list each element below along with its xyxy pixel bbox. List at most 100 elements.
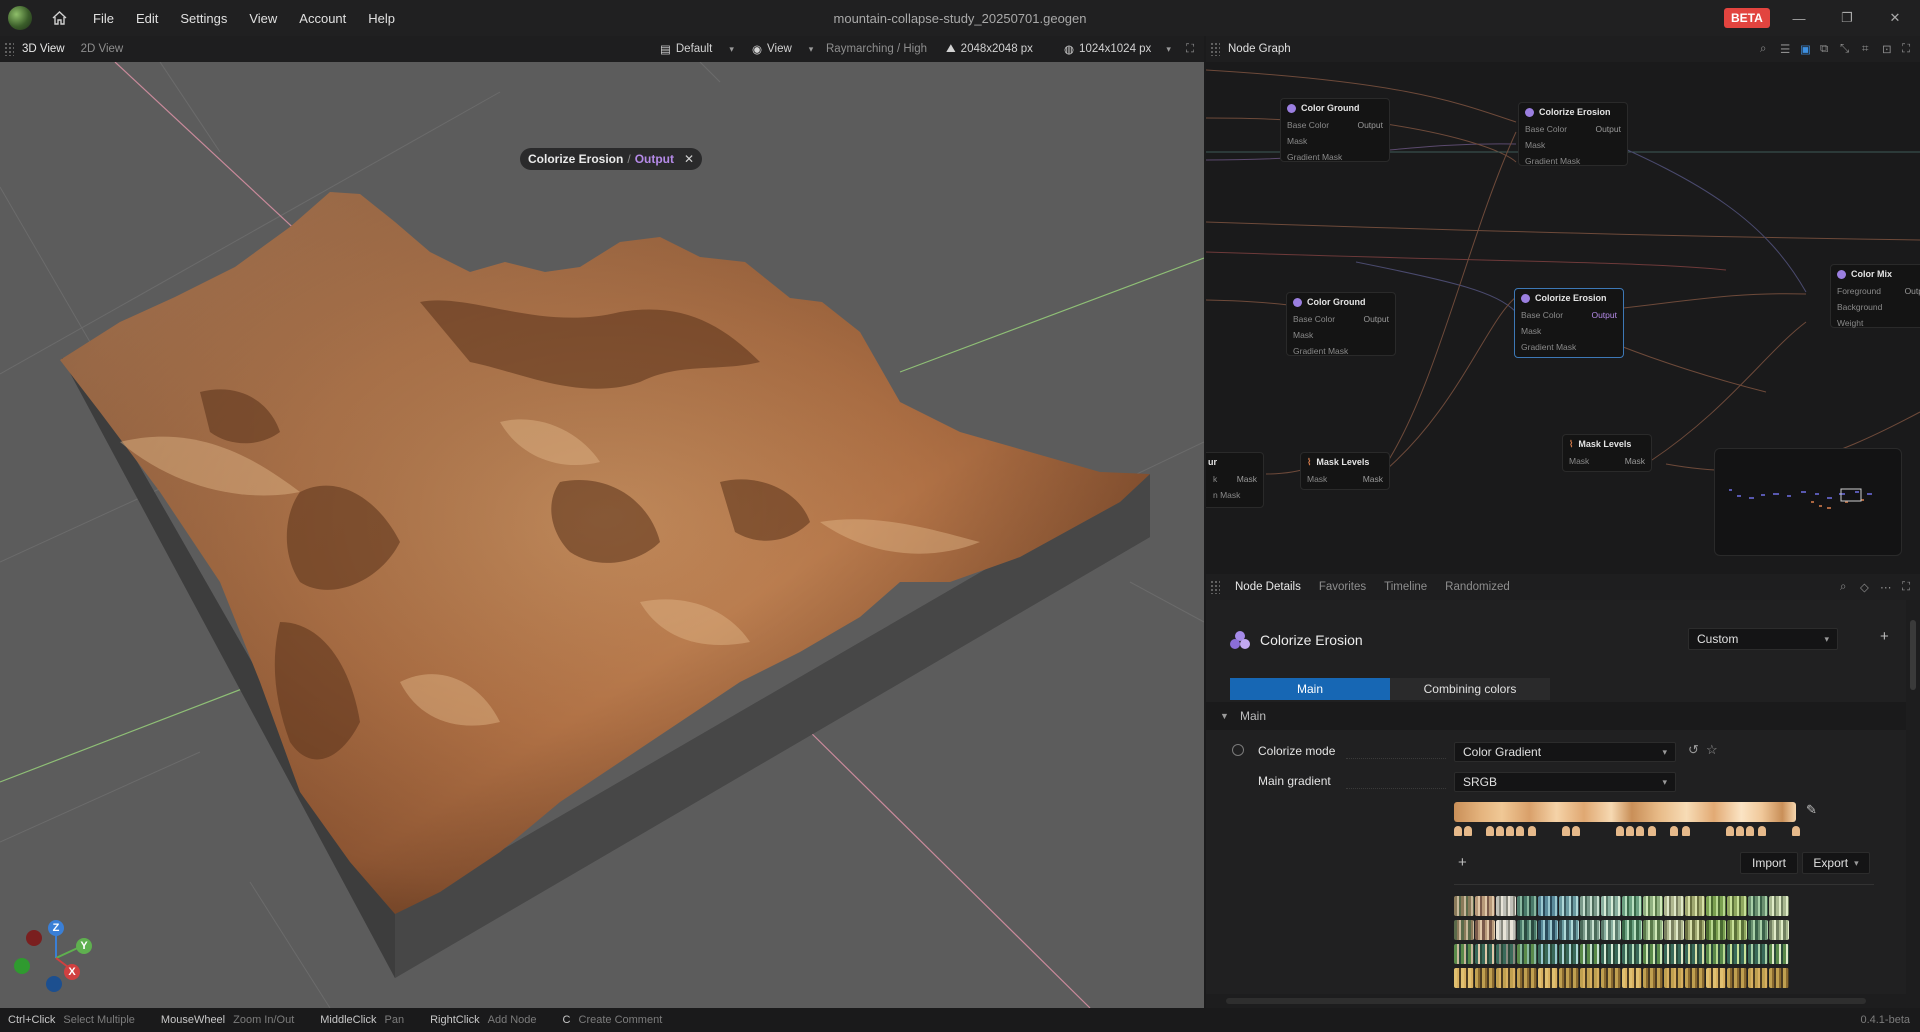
port-output[interactable]: Outp — [1905, 286, 1920, 296]
port-label[interactable]: Mask — [1525, 140, 1545, 150]
animate-toggle-radio[interactable] — [1232, 744, 1244, 756]
graph-minimap[interactable] — [1714, 448, 1902, 556]
section-main-header[interactable]: ▼ Main — [1206, 702, 1906, 730]
gradient-preset-swatch[interactable] — [1664, 944, 1684, 964]
node-colorize-erosion-selected[interactable]: Colorize Erosion Base Color Output Mask G… — [1514, 288, 1624, 358]
port-output[interactable]: Mask — [1237, 474, 1257, 484]
axis-neg-x[interactable] — [26, 930, 42, 946]
close-window-icon[interactable]: ✕ — [1884, 8, 1906, 28]
port-label[interactable]: Foreground — [1837, 286, 1881, 296]
gradient-preset-swatch[interactable] — [1643, 968, 1663, 988]
port-label[interactable]: Base Color — [1525, 124, 1567, 134]
gradient-preset-swatch[interactable] — [1538, 968, 1558, 988]
port-output[interactable]: Output — [1591, 310, 1617, 320]
gradient-preset-swatch[interactable] — [1517, 944, 1537, 964]
gradient-stop-handle[interactable] — [1572, 826, 1580, 836]
gradient-stop-handle[interactable] — [1616, 826, 1624, 836]
node-colorize-erosion[interactable]: Colorize Erosion Base Color Output Mask G… — [1518, 102, 1628, 166]
layers-icon[interactable]: ⧉ — [1820, 43, 1828, 56]
gradient-preset-swatch[interactable] — [1622, 920, 1642, 940]
node-color-mix[interactable]: Color Mix Foreground Outp Background Weig… — [1830, 264, 1920, 328]
menu-edit[interactable]: Edit — [125, 11, 169, 26]
gradient-preset-swatch[interactable] — [1748, 968, 1768, 988]
gradient-preset-swatch[interactable] — [1580, 944, 1600, 964]
graph-view-icon[interactable]: ▣ — [1800, 42, 1811, 56]
scrollbar-thumb[interactable] — [1226, 998, 1866, 1004]
render-mode[interactable]: Raymarching / High — [826, 36, 927, 62]
gradient-stop-handle[interactable] — [1758, 826, 1766, 836]
port-label[interactable]: Base Color — [1293, 314, 1335, 324]
gradient-space-dropdown[interactable]: SRGB ▾ — [1454, 772, 1676, 792]
port-label[interactable]: Base Color — [1521, 310, 1563, 320]
collapse-icon[interactable]: ⤡ — [1840, 43, 1849, 56]
gradient-preset-swatch[interactable] — [1685, 944, 1705, 964]
gradient-preset-swatch[interactable] — [1727, 920, 1747, 940]
list-icon[interactable]: ☰ — [1780, 42, 1790, 56]
favorite-star-icon[interactable]: ☆ — [1706, 742, 1718, 758]
scrollbar-thumb[interactable] — [1910, 620, 1916, 690]
tab-favorites[interactable]: Favorites — [1310, 581, 1375, 593]
gradient-preset-swatch[interactable] — [1454, 920, 1474, 940]
port-label[interactable]: Gradient Mask — [1525, 156, 1580, 166]
gradient-preset-swatch[interactable] — [1559, 968, 1579, 988]
node-mask-levels[interactable]: ⌇ Mask Levels Mask Mask — [1300, 452, 1390, 490]
tab-2d-view[interactable]: 2D View — [73, 43, 132, 55]
fullscreen-icon[interactable]: ⛶ — [1186, 36, 1194, 62]
gradient-preset-swatch[interactable] — [1475, 896, 1495, 916]
gradient-preset-swatch[interactable] — [1727, 896, 1747, 916]
gradient-stop-handle[interactable] — [1454, 826, 1462, 836]
layout-dropdown[interactable]: ▤ Default ▾ — [660, 36, 734, 62]
preview-resolution-dropdown[interactable]: ◍ 1024x1024 px ▾ — [1064, 36, 1171, 62]
tab-timeline[interactable]: Timeline — [1375, 581, 1436, 593]
gradient-preset-swatch[interactable] — [1517, 896, 1537, 916]
node-color-ground[interactable]: Color Ground Base Color Output Mask Gradi… — [1280, 98, 1390, 162]
gradient-preset-swatch[interactable] — [1475, 920, 1495, 940]
fullscreen-icon[interactable]: ⛶ — [1902, 581, 1910, 594]
add-stop-icon[interactable]: + — [1458, 854, 1467, 871]
gradient-stop-handle[interactable] — [1516, 826, 1524, 836]
minimize-icon[interactable]: — — [1788, 8, 1810, 28]
port-label[interactable]: Mask — [1293, 330, 1313, 340]
frame-icon[interactable]: ⊡ — [1882, 42, 1892, 56]
gradient-stop-handle[interactable] — [1486, 826, 1494, 836]
gradient-preset-swatch[interactable] — [1454, 896, 1474, 916]
gradient-preset-swatch[interactable] — [1769, 944, 1789, 964]
gradient-preset-swatch[interactable] — [1601, 896, 1621, 916]
axis-neg-y[interactable] — [14, 958, 30, 974]
gradient-preset-swatch[interactable] — [1643, 920, 1663, 940]
port-label[interactable]: n Mask — [1213, 490, 1240, 500]
gradient-preset-swatch[interactable] — [1685, 920, 1705, 940]
gradient-stop-handle[interactable] — [1746, 826, 1754, 836]
gradient-stop-handle[interactable] — [1562, 826, 1570, 836]
axis-x[interactable]: X — [64, 964, 80, 980]
3d-viewport[interactable]: Colorize Erosion / Output ✕ Z Y X — [0, 62, 1204, 1008]
gradient-stop-handle[interactable] — [1496, 826, 1504, 836]
port-label[interactable]: Mask — [1287, 136, 1307, 146]
gradient-preset-swatch[interactable] — [1538, 920, 1558, 940]
menu-help[interactable]: Help — [357, 11, 406, 26]
restore-icon[interactable]: ❐ — [1836, 8, 1858, 28]
resolution-selector[interactable]: ⛰ 2048x2048 px — [946, 36, 1033, 62]
eyedropper-icon[interactable]: ✎ — [1806, 802, 1817, 818]
gradient-preset-swatch[interactable] — [1748, 944, 1768, 964]
gradient-preset-swatch[interactable] — [1706, 920, 1726, 940]
more-icon[interactable]: ⋯ — [1880, 580, 1892, 594]
gradient-stop-handle[interactable] — [1726, 826, 1734, 836]
gradient-preset-swatch[interactable] — [1769, 968, 1789, 988]
gradient-preset-swatch[interactable] — [1622, 944, 1642, 964]
collapse-triangle-icon[interactable]: ▼ — [1220, 711, 1229, 721]
gradient-preset-swatch[interactable] — [1685, 968, 1705, 988]
search-icon[interactable]: ⌕ — [1840, 581, 1846, 594]
gradient-preset-swatch[interactable] — [1517, 920, 1537, 940]
port-output[interactable]: Mask — [1363, 474, 1383, 484]
menu-view[interactable]: View — [238, 11, 288, 26]
output-breadcrumb[interactable]: Colorize Erosion / Output ✕ — [520, 148, 703, 170]
gradient-preset-swatch[interactable] — [1496, 944, 1516, 964]
gradient-preset-swatch[interactable] — [1580, 920, 1600, 940]
drag-handle-icon[interactable] — [1210, 580, 1220, 594]
gradient-preset-swatch[interactable] — [1706, 896, 1726, 916]
menu-file[interactable]: File — [82, 11, 125, 26]
menu-account[interactable]: Account — [288, 11, 357, 26]
axis-neg-z[interactable] — [46, 976, 62, 992]
gradient-preset-swatch[interactable] — [1601, 944, 1621, 964]
